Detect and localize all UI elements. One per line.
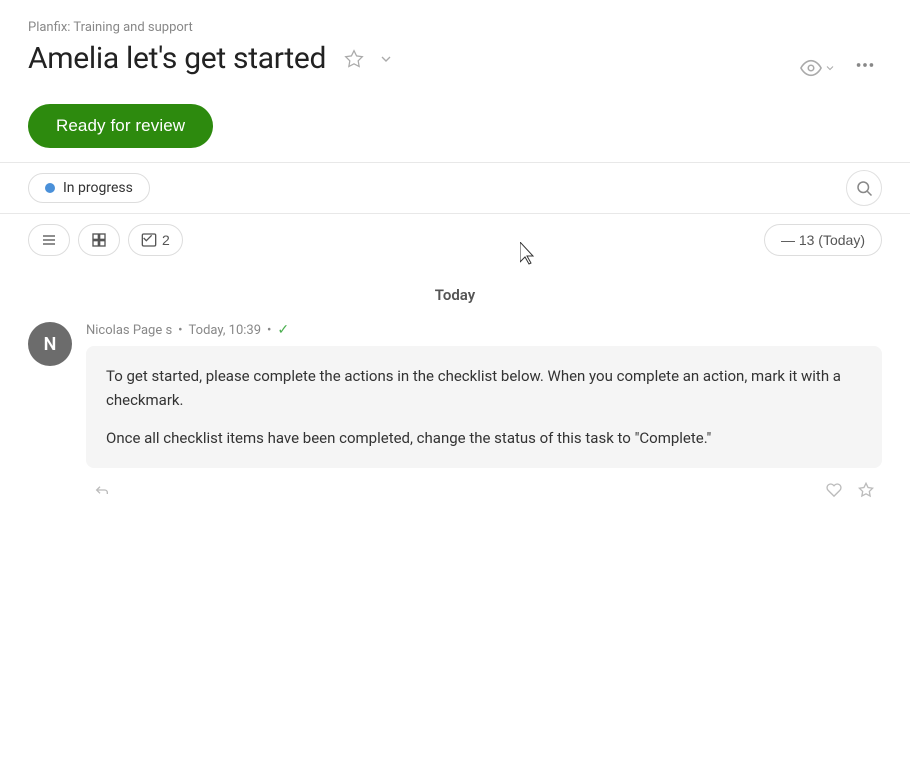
status-label: In progress [63, 180, 133, 196]
message-check-icon: ✓ [277, 322, 289, 338]
message-actions [86, 478, 882, 502]
ready-for-review-button[interactable]: Ready for review [28, 104, 213, 148]
like-button[interactable] [822, 478, 846, 502]
date-badge-button[interactable]: — 13 (Today) [764, 224, 882, 256]
table-icon [91, 232, 107, 248]
checklist-count: 2 [162, 232, 170, 248]
checklist-icon [141, 232, 157, 248]
avatar: N [28, 322, 72, 366]
message-author: Nicolas Page s [86, 323, 172, 338]
header: Planfix: Training and support Amelia let… [0, 0, 910, 86]
msg-right-actions [822, 478, 878, 502]
message-meta: Nicolas Page s • Today, 10:39 • ✓ [86, 322, 882, 338]
breadcrumb: Planfix: Training and support [28, 20, 882, 35]
message-bubble: To get started, please complete the acti… [86, 346, 882, 468]
star-button[interactable] [340, 45, 368, 73]
watch-dropdown-icon [824, 62, 836, 74]
dropdown-button[interactable] [374, 47, 398, 71]
eye-icon [800, 57, 822, 79]
bottom-fade [0, 720, 910, 780]
message-separator2: • [267, 323, 271, 338]
toolbar: 2 — 13 (Today) [0, 214, 910, 266]
heart-icon [826, 482, 842, 498]
more-dots-icon [854, 54, 876, 76]
avatar-letter: N [44, 334, 57, 355]
message-content: Nicolas Page s • Today, 10:39 • ✓ To get… [86, 322, 882, 502]
today-label: Today [28, 286, 882, 304]
message-body-line1: To get started, please complete the acti… [106, 364, 862, 412]
status-section: Ready for review [0, 86, 910, 162]
today-section: Today N Nicolas Page s • Today, 10:39 • … [0, 266, 910, 502]
reply-icon [94, 482, 110, 498]
message-row: N Nicolas Page s • Today, 10:39 • ✓ To g… [28, 322, 882, 502]
status-dot [45, 183, 55, 193]
page-container: Planfix: Training and support Amelia let… [0, 0, 910, 780]
status-pill[interactable]: In progress [28, 173, 150, 203]
list-view-button[interactable] [28, 224, 70, 256]
message-time: Today, 10:39 [189, 323, 261, 338]
title-row: Amelia let's get started [28, 41, 882, 76]
star-message-icon [858, 482, 874, 498]
star-message-button[interactable] [854, 478, 878, 502]
search-icon [855, 179, 873, 197]
chevron-down-icon [378, 51, 394, 67]
watch-button[interactable] [796, 53, 840, 83]
table-view-button[interactable] [78, 224, 120, 256]
search-button[interactable] [846, 170, 882, 206]
message-separator: • [178, 323, 182, 338]
message-body-line2: Once all checklist items have been compl… [106, 426, 862, 450]
page-title: Amelia let's get started [28, 41, 326, 76]
status-bar: In progress [0, 162, 910, 214]
header-right-actions [796, 50, 882, 86]
list-icon [41, 232, 57, 248]
title-actions [340, 45, 398, 73]
star-icon [344, 49, 364, 69]
reply-button[interactable] [90, 478, 114, 502]
more-options-button[interactable] [848, 50, 882, 86]
checklist-button[interactable]: 2 [128, 224, 183, 256]
